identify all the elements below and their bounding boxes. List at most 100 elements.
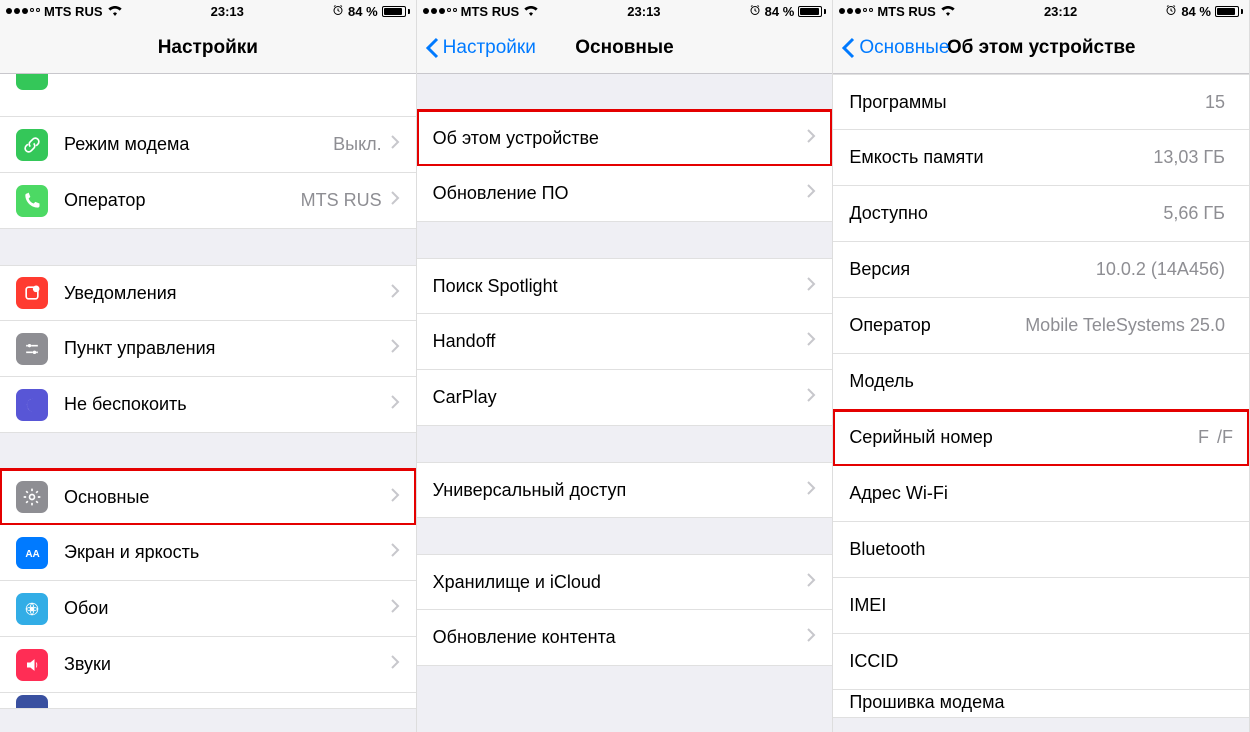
row-label: Экран и яркость (64, 542, 390, 563)
background-refresh-row[interactable]: Обновление контента (417, 610, 833, 666)
back-button[interactable]: Настройки (425, 37, 536, 59)
page-title: Настройки (158, 37, 258, 59)
row-label: Адрес Wi-Fi (849, 483, 1225, 504)
spotlight-row[interactable]: Поиск Spotlight (417, 258, 833, 314)
storage-row[interactable]: Хранилище и iCloud (417, 554, 833, 610)
alarm-icon (332, 4, 344, 19)
general-list[interactable]: Об этом устройстве Обновление ПО Поиск S… (417, 74, 833, 732)
accessibility-row[interactable]: Универсальный доступ (417, 462, 833, 518)
general-row[interactable]: Основные (0, 469, 416, 525)
battery-percent: 84 % (765, 4, 795, 19)
notifications-row[interactable]: Уведомления (0, 265, 416, 321)
imei-row[interactable]: IMEI (833, 578, 1249, 634)
notifications-icon (16, 277, 48, 309)
chevron-right-icon (390, 134, 400, 155)
about-list[interactable]: Программы 15 Емкость памяти 13,03 ГБ Дос… (833, 74, 1249, 732)
back-button[interactable]: Основные (841, 37, 949, 59)
row-label: CarPlay (433, 387, 807, 408)
battery-icon (1215, 6, 1243, 17)
row-label: Доступно (849, 203, 1163, 224)
alarm-icon (1165, 4, 1177, 19)
svg-text:AA: AA (25, 549, 39, 560)
handoff-row[interactable]: Handoff (417, 314, 833, 370)
chevron-right-icon (390, 487, 400, 508)
row-label: Обои (64, 598, 390, 619)
chevron-right-icon (806, 331, 816, 352)
status-time: 23:12 (1044, 4, 1077, 19)
chevron-right-icon (390, 598, 400, 619)
row-label: Режим модема (64, 134, 333, 155)
about-row[interactable]: Об этом устройстве (417, 110, 833, 166)
link-icon (16, 129, 48, 161)
capacity-row[interactable]: Емкость памяти 13,03 ГБ (833, 130, 1249, 186)
row-label: Прошивка модема (849, 692, 1233, 713)
list-item[interactable] (0, 74, 416, 117)
general-screen: MTS RUS 23:13 84 % Настройки Основные Об… (417, 0, 834, 732)
bluetooth-row[interactable]: Bluetooth (833, 522, 1249, 578)
software-update-row[interactable]: Обновление ПО (417, 166, 833, 222)
display-icon: AA (16, 537, 48, 569)
gear-icon (16, 481, 48, 513)
available-row[interactable]: Доступно 5,66 ГБ (833, 186, 1249, 242)
carrier-label: MTS RUS (877, 4, 936, 19)
battery-icon (798, 6, 826, 17)
row-label: Серийный номер (849, 427, 1198, 448)
status-bar: MTS RUS 23:13 84 % (0, 0, 416, 22)
wifi-address-row[interactable]: Адрес Wi-Fi (833, 466, 1249, 522)
carrier-label: MTS RUS (461, 4, 520, 19)
version-row[interactable]: Версия 10.0.2 (14A456) (833, 242, 1249, 298)
row-label: Хранилище и iCloud (433, 572, 807, 593)
iccid-row[interactable]: ICCID (833, 634, 1249, 690)
row-label: Handoff (433, 331, 807, 352)
dnd-row[interactable]: Не беспокоить (0, 377, 416, 433)
control-center-row[interactable]: Пункт управления (0, 321, 416, 377)
app-icon (16, 695, 48, 709)
row-label: Обновление ПО (433, 183, 807, 204)
wifi-icon (523, 4, 539, 19)
carrier-detail-row[interactable]: Оператор Mobile TeleSystems 25.0 (833, 298, 1249, 354)
settings-list[interactable]: Режим модема Выкл. Оператор MTS RUS Увед… (0, 74, 416, 732)
carrier-label: MTS RUS (44, 4, 103, 19)
sounds-row[interactable]: Звуки (0, 637, 416, 693)
apps-row[interactable]: Программы 15 (833, 74, 1249, 130)
row-label: Емкость памяти (849, 147, 1153, 168)
row-value: F (1198, 427, 1209, 448)
page-title: Основные (575, 37, 673, 59)
alarm-icon (749, 4, 761, 19)
wallpaper-row[interactable]: Обои (0, 581, 416, 637)
row-value: 13,03 ГБ (1153, 147, 1225, 168)
chevron-right-icon (806, 572, 816, 593)
carrier-row[interactable]: Оператор MTS RUS (0, 173, 416, 229)
phone-icon (16, 185, 48, 217)
wifi-icon (940, 4, 956, 19)
wallpaper-icon (16, 593, 48, 625)
signal-icon (423, 8, 457, 14)
chevron-right-icon (806, 128, 816, 149)
list-item[interactable] (0, 693, 416, 709)
model-row[interactable]: Модель (833, 354, 1249, 410)
chevron-right-icon (806, 183, 816, 204)
control-center-icon (16, 333, 48, 365)
status-time: 23:13 (211, 4, 244, 19)
serial-row[interactable]: Серийный номер F /F (833, 410, 1249, 466)
carplay-row[interactable]: CarPlay (417, 370, 833, 426)
row-label: Обновление контента (433, 627, 807, 648)
moon-icon (16, 389, 48, 421)
modem-firmware-row[interactable]: Прошивка модема (833, 690, 1249, 718)
chevron-right-icon (806, 480, 816, 501)
row-label: Уведомления (64, 283, 390, 304)
signal-icon (6, 8, 40, 14)
row-label: Оператор (64, 190, 301, 211)
chevron-right-icon (390, 394, 400, 415)
chevron-right-icon (390, 190, 400, 211)
battery-icon (382, 6, 410, 17)
row-value: Mobile TeleSystems 25.0 (1025, 315, 1225, 336)
signal-icon (839, 8, 873, 14)
chevron-right-icon (806, 387, 816, 408)
row-value: 10.0.2 (14A456) (1096, 259, 1225, 280)
display-row[interactable]: AA Экран и яркость (0, 525, 416, 581)
battery-percent: 84 % (1181, 4, 1211, 19)
hotspot-row[interactable]: Режим модема Выкл. (0, 117, 416, 173)
settings-main-screen: MTS RUS 23:13 84 % Настройки Режим модем… (0, 0, 417, 732)
page-title: Об этом устройстве (947, 37, 1136, 59)
